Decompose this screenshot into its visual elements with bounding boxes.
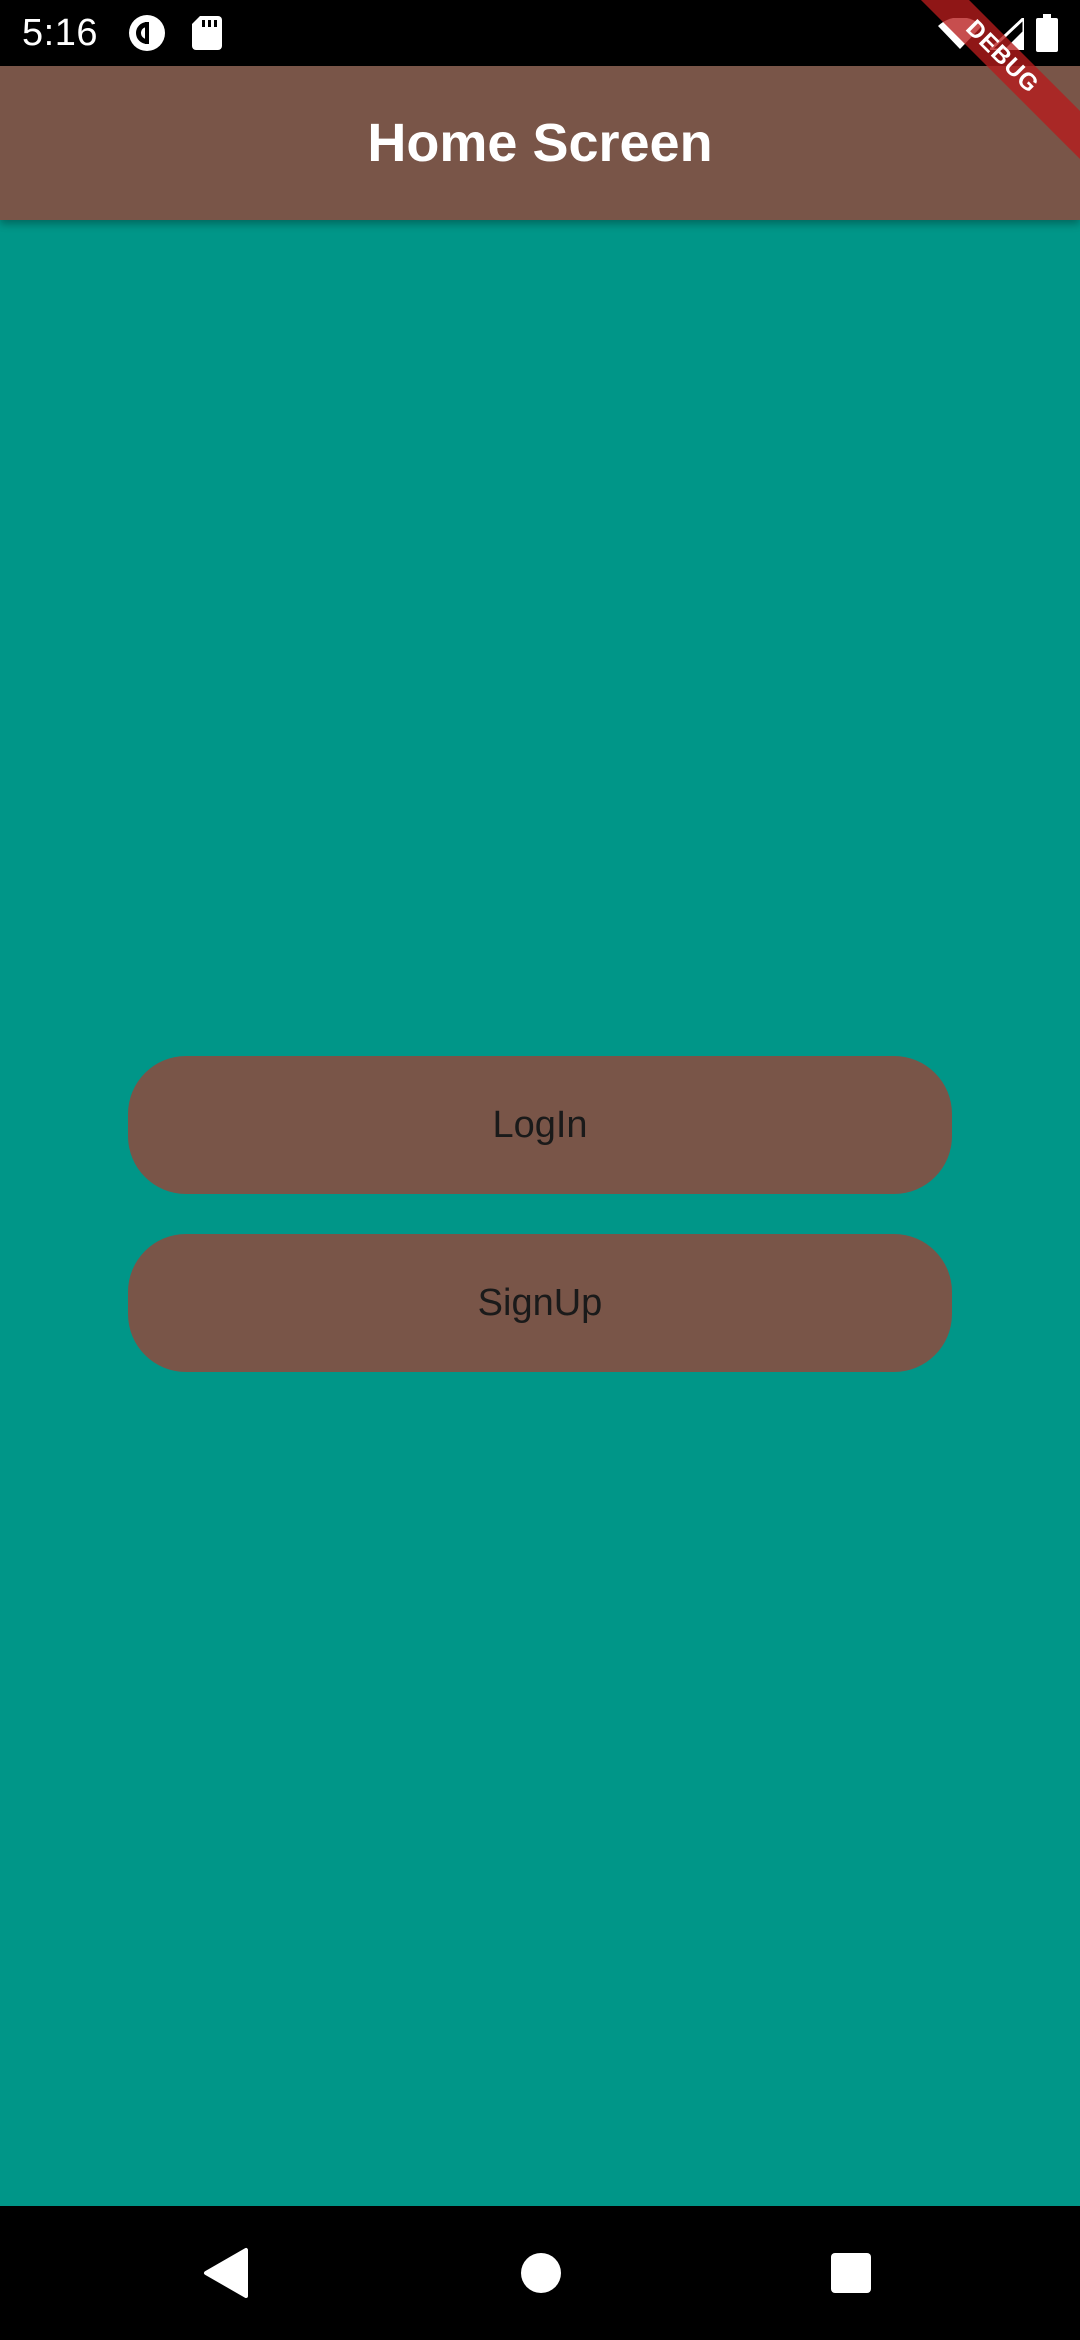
signup-button-label: SignUp (477, 1281, 603, 1324)
wifi-icon (938, 18, 982, 49)
home-icon[interactable] (520, 2252, 562, 2294)
login-button-label: LogIn (492, 1103, 588, 1146)
pocket-casts-icon (129, 15, 165, 51)
signal-icon (990, 18, 1024, 50)
navigation-bar (0, 2206, 1080, 2340)
battery-icon (1036, 14, 1058, 52)
back-icon[interactable] (200, 2246, 250, 2300)
status-time: 5:16 (22, 12, 98, 54)
page-title: Home Screen (367, 113, 713, 173)
status-bar: 5:16 (0, 0, 1080, 66)
signup-button[interactable]: SignUp (128, 1234, 952, 1372)
app-bar: Home Screen (0, 66, 1080, 220)
login-button[interactable]: LogIn (128, 1056, 952, 1194)
sd-card-icon (192, 16, 222, 50)
recents-icon[interactable] (830, 2252, 872, 2294)
